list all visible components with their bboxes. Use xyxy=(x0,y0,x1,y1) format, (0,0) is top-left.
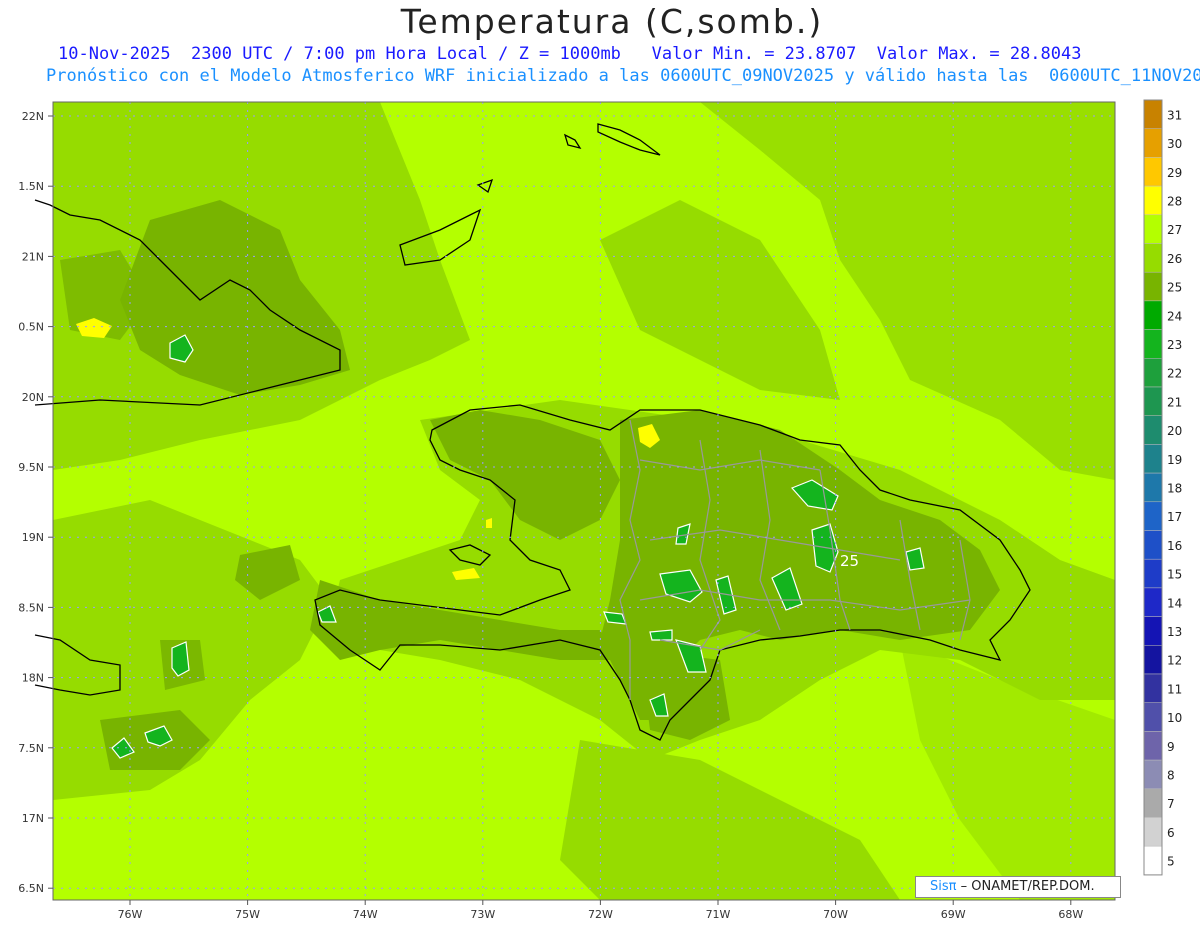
lat-label-2: 21N xyxy=(22,250,44,263)
lon-label-8: 68W xyxy=(1058,908,1083,921)
colorbar-label-31: 31 xyxy=(1167,108,1182,122)
colorbar-label-9: 9 xyxy=(1167,740,1175,754)
colorbar-swatch-17 xyxy=(1143,501,1163,531)
colorbar-label-8: 8 xyxy=(1167,768,1175,782)
colorbar-swatch-15 xyxy=(1143,558,1163,589)
lon-label-4: 72W xyxy=(588,908,613,921)
colorbar-label-21: 21 xyxy=(1167,395,1182,409)
colorbar-swatch-22 xyxy=(1143,358,1163,388)
colorbar-swatch-13 xyxy=(1143,616,1163,646)
colorbar-swatch-8 xyxy=(1143,759,1163,790)
colorbar-swatch-29 xyxy=(1143,157,1163,187)
colorbar-swatch-30 xyxy=(1143,128,1163,158)
lat-label-3: 0.5N xyxy=(18,321,44,334)
colorbar-swatch-7 xyxy=(1143,788,1163,818)
colorbar-swatch-27 xyxy=(1143,214,1163,244)
colorbar-label-27: 27 xyxy=(1167,223,1182,237)
colorbar-swatch-24 xyxy=(1143,300,1163,330)
lat-label-5: 9.5N xyxy=(18,461,44,474)
colorbar-label-17: 17 xyxy=(1167,510,1182,524)
colorbar-label-5: 5 xyxy=(1167,855,1175,869)
colorbar-swatch-31 xyxy=(1143,99,1163,129)
colorbar-label-23: 23 xyxy=(1167,338,1182,352)
colorbar-swatch-10 xyxy=(1143,702,1163,732)
colorbar-swatch-5 xyxy=(1143,845,1163,876)
lon-label-0: 76W xyxy=(118,908,143,921)
lat-label-4: 20N xyxy=(22,391,44,404)
colorbar-label-24: 24 xyxy=(1167,309,1182,323)
lat-label-10: 17N xyxy=(22,812,44,825)
sispi-logo: Sisπ xyxy=(930,879,957,894)
colorbar-label-14: 14 xyxy=(1167,596,1182,610)
lon-label-5: 71W xyxy=(706,908,731,921)
colorbar-swatch-25 xyxy=(1143,271,1163,302)
lat-label-0: 22N xyxy=(22,110,44,123)
colorbar-label-26: 26 xyxy=(1167,252,1182,266)
lon-label-7: 69W xyxy=(941,908,966,921)
lat-label-7: 8.5N xyxy=(18,601,44,614)
colorbar-swatch-28 xyxy=(1143,185,1163,216)
colorbar-label-16: 16 xyxy=(1167,539,1182,553)
colorbar-label-7: 7 xyxy=(1167,797,1175,811)
colorbar-swatch-26 xyxy=(1143,243,1163,273)
colorbar-swatch-20 xyxy=(1143,415,1163,445)
colorbar-swatch-12 xyxy=(1143,645,1163,675)
colorbar-swatch-19 xyxy=(1143,444,1163,474)
colorbar-label-22: 22 xyxy=(1167,367,1182,381)
colorbar-label-6: 6 xyxy=(1167,826,1175,840)
colorbar-label-12: 12 xyxy=(1167,654,1182,668)
colorbar-swatch-14 xyxy=(1143,587,1163,617)
lon-label-1: 75W xyxy=(235,908,260,921)
colorbar-label-29: 29 xyxy=(1167,166,1182,180)
colorbar-swatch-23 xyxy=(1143,329,1163,359)
lat-label-6: 19N xyxy=(22,531,44,544)
contour-label: 25 xyxy=(840,552,859,570)
colorbar-label-11: 11 xyxy=(1167,682,1182,696)
colorbar-label-18: 18 xyxy=(1167,481,1182,495)
colorbar-label-13: 13 xyxy=(1167,625,1182,639)
colorbar-label-10: 10 xyxy=(1167,711,1182,725)
colorbar-swatch-21 xyxy=(1143,386,1163,416)
colorbar-swatch-11 xyxy=(1143,673,1163,703)
lon-label-2: 74W xyxy=(353,908,378,921)
lat-label-1: 1.5N xyxy=(18,180,44,193)
colorbar-label-15: 15 xyxy=(1167,568,1182,582)
colorbar-label-25: 25 xyxy=(1167,281,1182,295)
colorbar: 31 30 29 28 27 26 25 24 23 22 21 20 19 18 17 16 15 14 13 12… xyxy=(1143,99,1182,876)
colorbar-swatch-18 xyxy=(1143,472,1163,503)
colorbar-swatch-9 xyxy=(1143,731,1163,761)
colorbar-swatch-6 xyxy=(1143,817,1163,847)
colorbar-label-20: 20 xyxy=(1167,424,1182,438)
lat-label-8: 18N xyxy=(22,672,44,685)
lat-label-11: 6.5N xyxy=(18,882,44,895)
temperature-map: 22N 1.5N 21N 0.5N 20N 9.5N 19N 8.5N 18N 7.5N 17N 6.… xyxy=(18,99,1182,921)
colorbar-label-30: 30 xyxy=(1167,137,1182,151)
credit-box: Sisπ – ONAMET/REP.DOM. xyxy=(915,876,1121,898)
credit-text: – ONAMET/REP.DOM. xyxy=(960,879,1095,894)
colorbar-label-19: 19 xyxy=(1167,453,1182,467)
colorbar-label-28: 28 xyxy=(1167,194,1182,208)
lon-label-6: 70W xyxy=(823,908,848,921)
colorbar-swatch-16 xyxy=(1143,530,1163,560)
lat-label-9: 7.5N xyxy=(18,742,44,755)
lon-label-3: 73W xyxy=(470,908,495,921)
